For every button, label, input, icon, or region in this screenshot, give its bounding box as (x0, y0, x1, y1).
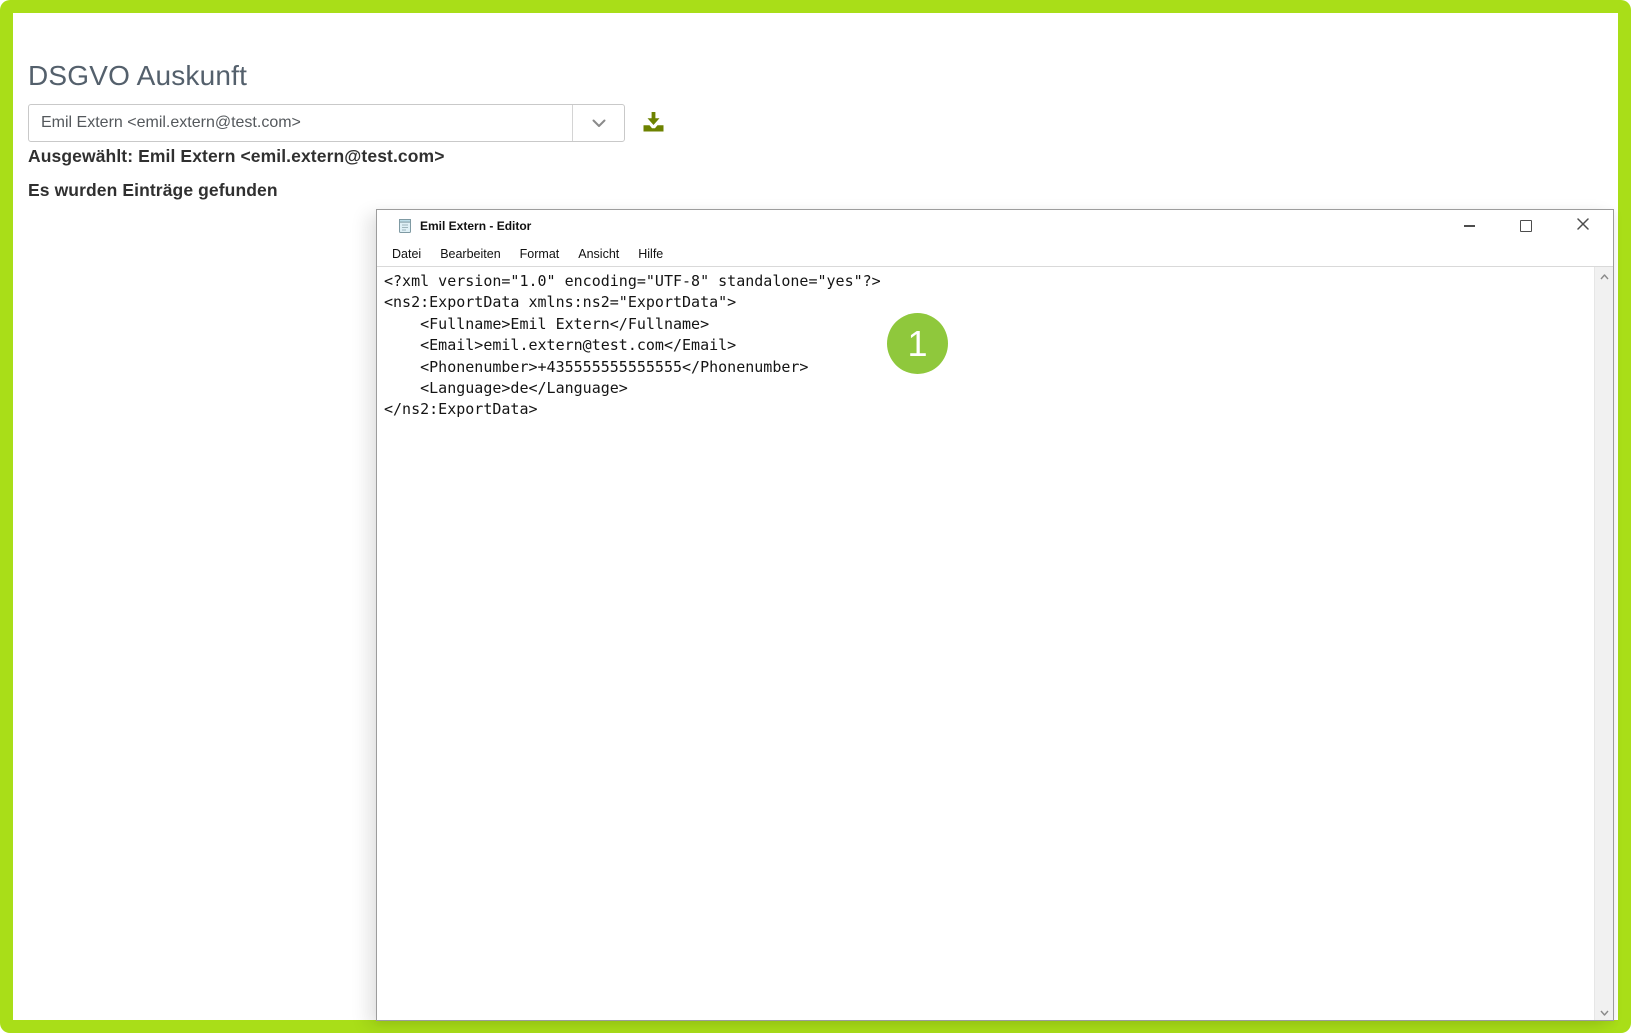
scroll-up-button[interactable] (1595, 267, 1613, 284)
annotation-badge-1: 1 (887, 313, 948, 374)
xml-line: <?xml version="1.0" encoding="UTF-8" sta… (384, 271, 1595, 292)
minimize-icon (1464, 225, 1475, 227)
page-title: DSGVO Auskunft (28, 60, 247, 92)
editor-menubar: Datei Bearbeiten Format Ansicht Hilfe (377, 241, 1613, 266)
vertical-scrollbar[interactable] (1594, 267, 1613, 1020)
xml-line: <ns2:ExportData xmlns:ns2="ExportData"> (384, 292, 1595, 313)
maximize-button[interactable] (1512, 212, 1540, 239)
xml-line: <Fullname>Emil Extern</Fullname> (384, 314, 1595, 335)
notepad-icon (397, 218, 413, 234)
download-icon (641, 110, 666, 137)
chevron-up-icon (1600, 267, 1609, 285)
xml-line: <Phonenumber>+435555555555555</Phonenumb… (384, 357, 1595, 378)
download-button[interactable] (637, 107, 669, 139)
scroll-down-button[interactable] (1595, 1003, 1613, 1020)
person-select-value: Emil Extern <emil.extern@test.com> (29, 114, 572, 132)
menu-item-datei[interactable]: Datei (390, 245, 423, 263)
editor-text-area[interactable]: <?xml version="1.0" encoding="UTF-8" sta… (377, 266, 1613, 1020)
menu-item-format[interactable]: Format (518, 245, 562, 263)
close-icon (1577, 218, 1589, 233)
xml-line: <Language>de</Language> (384, 378, 1595, 399)
menu-item-hilfe[interactable]: Hilfe (636, 245, 665, 263)
window-title: Emil Extern - Editor (420, 219, 531, 233)
menu-item-ansicht[interactable]: Ansicht (576, 245, 621, 263)
menu-item-bearbeiten[interactable]: Bearbeiten (438, 245, 502, 263)
chevron-down-icon[interactable] (573, 119, 624, 128)
maximize-icon (1520, 220, 1532, 232)
editor-window: Emil Extern - Editor Datei Bearbeiten Form… (376, 209, 1614, 1021)
person-select[interactable]: Emil Extern <emil.extern@test.com> (28, 104, 625, 142)
xml-line: </ns2:ExportData> (384, 399, 1595, 420)
page: { "header": { "title": "DSGVO Auskunft" … (0, 0, 1631, 1033)
close-button[interactable] (1569, 212, 1597, 239)
minimize-button[interactable] (1455, 212, 1483, 239)
chevron-down-icon (1600, 1003, 1609, 1021)
entries-found-label: Es wurden Einträge gefunden (28, 180, 278, 201)
xml-line: <Email>emil.extern@test.com</Email> (384, 335, 1595, 356)
editor-titlebar[interactable]: Emil Extern - Editor (377, 210, 1613, 241)
selected-person-label: Ausgewählt: Emil Extern <emil.extern@tes… (28, 146, 445, 167)
xml-code[interactable]: <?xml version="1.0" encoding="UTF-8" sta… (377, 267, 1595, 1020)
